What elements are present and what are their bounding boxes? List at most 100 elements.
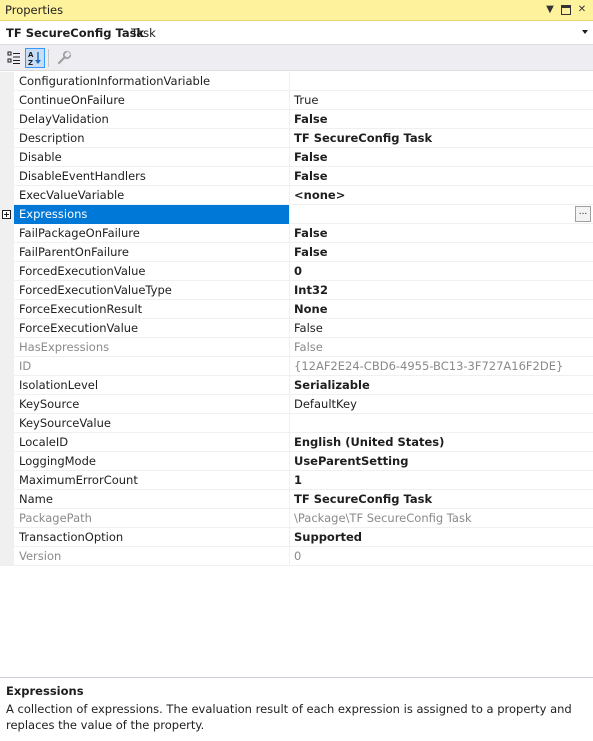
property-value[interactable]: True [291, 91, 591, 110]
grid-gutter [0, 72, 14, 566]
property-value: \Package\TF SecureConfig Task [294, 511, 472, 525]
property-value: False [294, 340, 323, 354]
window-menu-icon[interactable]: ▼ [543, 2, 557, 18]
property-row-description[interactable]: Description TF SecureConfig Task [14, 129, 593, 148]
property-value: {12AF2E24-CBD6-4955-BC13-3F727A16F2DE} [294, 359, 564, 373]
property-row-forceexecutionvalue[interactable]: ForceExecutionValue False [14, 319, 593, 338]
property-name: IsolationLevel [14, 376, 290, 395]
property-row-failparentonfailure[interactable]: FailParentOnFailure False [14, 243, 593, 262]
property-row-disableeventhandlers[interactable]: DisableEventHandlers False [14, 167, 593, 186]
property-name: TransactionOption [14, 528, 290, 547]
property-value[interactable]: None [291, 300, 591, 319]
ellipsis-button[interactable]: ... [575, 206, 591, 222]
property-value[interactable]: TF SecureConfig Task [291, 129, 591, 148]
expand-icon[interactable] [2, 210, 11, 219]
toolbar-separator [48, 49, 49, 67]
property-value[interactable]: False [291, 110, 591, 129]
property-value[interactable]: TF SecureConfig Task [291, 490, 591, 509]
property-row-continueonfailure[interactable]: ContinueOnFailure True [14, 91, 593, 110]
svg-text:A: A [28, 51, 34, 59]
window-title: Properties [5, 3, 64, 17]
property-value[interactable]: 0 [291, 262, 591, 281]
property-row-failpackageonfailure[interactable]: FailPackageOnFailure False [14, 224, 593, 243]
property-value[interactable] [291, 72, 591, 91]
property-name: Disable [14, 148, 290, 167]
property-name: KeySource [14, 395, 290, 414]
property-value[interactable]: Int32 [291, 281, 591, 300]
property-name: Name [14, 490, 290, 509]
property-grid: ConfigurationInformationVariable Continu… [0, 72, 593, 678]
description-pane: Expressions A collection of expressions.… [0, 679, 593, 741]
property-row-keysource[interactable]: KeySource DefaultKey [14, 395, 593, 414]
property-value[interactable]: False [291, 148, 591, 167]
property-value[interactable]: English (United States) [291, 433, 591, 452]
maximize-icon[interactable] [559, 2, 573, 18]
property-name: KeySourceValue [14, 414, 290, 433]
properties-toolbar: A Z [0, 45, 593, 71]
property-name: ForcedExecutionValue [14, 262, 290, 281]
description-title: Expressions [6, 684, 84, 698]
title-bar: Properties ▼ ✕ [0, 0, 593, 21]
property-row-packagepath[interactable]: PackagePath \Package\TF SecureConfig Tas… [14, 509, 593, 528]
property-name: ID [14, 357, 290, 376]
property-name: FailParentOnFailure [14, 243, 290, 262]
property-row-keysourcevalue[interactable]: KeySourceValue [14, 414, 593, 433]
property-value[interactable]: False [291, 319, 591, 338]
property-row-disable[interactable]: Disable False [14, 148, 593, 167]
property-value[interactable]: False [291, 243, 591, 262]
alphabetical-button[interactable]: A Z [25, 48, 45, 68]
property-row-delayvalidation[interactable]: DelayValidation False [14, 110, 593, 129]
property-row-configurationinformationvariable[interactable]: ConfigurationInformationVariable [14, 72, 593, 91]
property-name: DisableEventHandlers [14, 167, 290, 186]
property-name: ContinueOnFailure [14, 91, 290, 110]
object-selector[interactable]: TF SecureConfig Task Task [0, 21, 593, 45]
property-row-execvaluevariable[interactable]: ExecValueVariable <none> [14, 186, 593, 205]
property-row-forceexecutionresult[interactable]: ForceExecutionResult None [14, 300, 593, 319]
property-name: FailPackageOnFailure [14, 224, 290, 243]
property-row-expressions[interactable]: Expressions ... [14, 205, 593, 224]
property-value[interactable] [291, 205, 591, 224]
close-icon[interactable]: ✕ [575, 2, 589, 18]
alphabetical-icon: A Z [28, 51, 41, 67]
property-name: LocaleID [14, 433, 290, 452]
property-value[interactable] [291, 414, 591, 433]
property-value: 0 [294, 549, 302, 563]
wrench-icon [57, 50, 72, 65]
property-row-forcedexecutionvalue[interactable]: ForcedExecutionValue 0 [14, 262, 593, 281]
categorized-button[interactable] [4, 48, 24, 68]
chevron-down-icon[interactable] [582, 30, 588, 34]
property-name: PackagePath [14, 509, 290, 528]
property-name: Version [14, 547, 290, 566]
property-value[interactable]: <none> [291, 186, 591, 205]
property-row-version[interactable]: Version 0 [14, 547, 593, 566]
property-row-name[interactable]: Name TF SecureConfig Task [14, 490, 593, 509]
property-value[interactable]: 1 [291, 471, 591, 490]
property-value[interactable]: False [291, 224, 591, 243]
property-name: LoggingMode [14, 452, 290, 471]
property-value[interactable]: Serializable [291, 376, 591, 395]
property-name: ConfigurationInformationVariable [14, 72, 290, 91]
property-row-isolationlevel[interactable]: IsolationLevel Serializable [14, 376, 593, 395]
property-value[interactable]: False [291, 167, 591, 186]
property-name: Description [14, 129, 290, 148]
property-name: MaximumErrorCount [14, 471, 290, 490]
property-row-transactionoption[interactable]: TransactionOption Supported [14, 528, 593, 547]
property-row-maximumerrorcount[interactable]: MaximumErrorCount 1 [14, 471, 593, 490]
property-row-localeid[interactable]: LocaleID English (United States) [14, 433, 593, 452]
property-name: ForceExecutionResult [14, 300, 290, 319]
property-name: ForcedExecutionValueType [14, 281, 290, 300]
property-name: HasExpressions [14, 338, 290, 357]
property-name: Expressions [14, 205, 290, 224]
object-name: TF SecureConfig Task [6, 26, 145, 40]
property-row-id[interactable]: ID {12AF2E24-CBD6-4955-BC13-3F727A16F2DE… [14, 357, 593, 376]
property-value[interactable]: UseParentSetting [291, 452, 591, 471]
property-pages-button[interactable] [54, 48, 74, 68]
property-row-hasexpressions[interactable]: HasExpressions False [14, 338, 593, 357]
property-row-loggingmode[interactable]: LoggingMode UseParentSetting [14, 452, 593, 471]
svg-text:Z: Z [28, 59, 33, 67]
property-value[interactable]: DefaultKey [291, 395, 591, 414]
property-name: DelayValidation [14, 110, 290, 129]
object-type: Task [131, 26, 156, 40]
property-value[interactable]: Supported [291, 528, 591, 547]
property-row-forcedexecutionvaluetype[interactable]: ForcedExecutionValueType Int32 [14, 281, 593, 300]
